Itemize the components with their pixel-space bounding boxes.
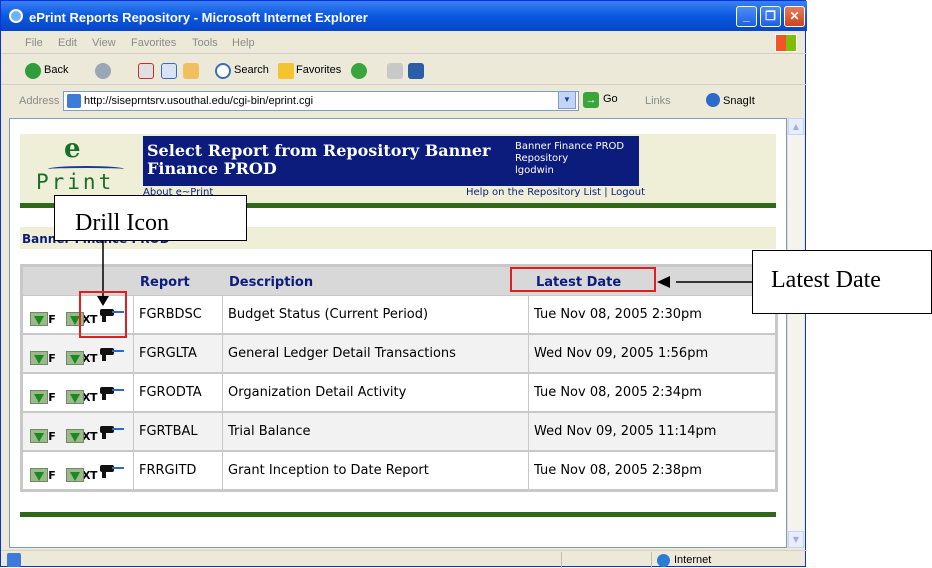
latest-date-highlight — [510, 267, 656, 292]
drill-icon-highlight — [79, 291, 127, 338]
latest-date-callout-text: Latest Date — [771, 267, 881, 293]
date-arrow-head — [657, 276, 670, 288]
latest-date-callout: Latest Date — [752, 250, 932, 314]
